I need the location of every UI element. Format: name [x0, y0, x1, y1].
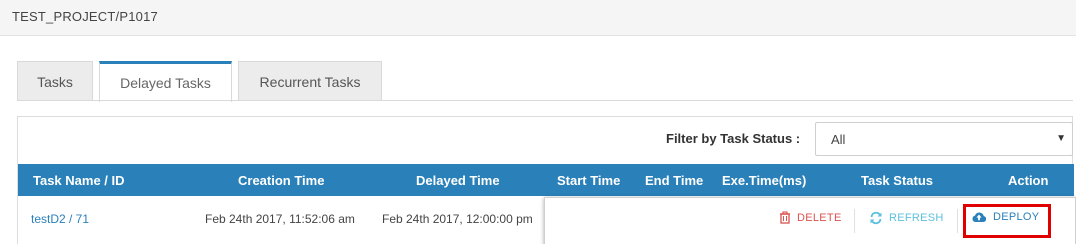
- delete-label: DELETE: [797, 211, 842, 224]
- column-header-creation-time[interactable]: Creation Time: [238, 173, 324, 188]
- filter-label: Filter by Task Status :: [666, 131, 801, 146]
- task-name-link[interactable]: testD2 / 71: [31, 212, 89, 226]
- column-header-action: Action: [1008, 173, 1049, 188]
- tab-tasks[interactable]: Tasks: [17, 61, 93, 101]
- row-action-panel: DELETE REFRESH DEPLOY: [544, 197, 1076, 244]
- refresh-button[interactable]: REFRESH: [869, 211, 944, 225]
- tab-divider: [17, 100, 1073, 101]
- column-header-start-time[interactable]: Start Time: [557, 173, 620, 188]
- dropdown-caret-icon: ▼: [1056, 133, 1066, 144]
- column-header-exe-time[interactable]: Exe.Time(ms): [722, 173, 806, 188]
- tasks-panel: Filter by Task Status : All ▼ Task Name …: [17, 116, 1076, 244]
- delayed-time-cell: Feb 24th 2017, 12:00:00 pm: [382, 212, 533, 226]
- table-header: Task Name / ID Creation Time Delayed Tim…: [18, 164, 1074, 196]
- action-separator: [854, 209, 855, 233]
- tab-delayed-tasks[interactable]: Delayed Tasks: [99, 61, 232, 102]
- tab-recurrent-tasks[interactable]: Recurrent Tasks: [238, 61, 382, 101]
- task-status-filter-select[interactable]: All ▼: [815, 122, 1073, 156]
- refresh-icon: [870, 211, 882, 225]
- deploy-highlight-box: [963, 204, 1051, 238]
- filter-selected-value: All: [831, 132, 846, 147]
- top-bar: TEST_PROJECT/P1017: [0, 0, 1076, 36]
- column-header-delayed-time[interactable]: Delayed Time: [416, 173, 500, 188]
- column-header-task-status[interactable]: Task Status: [861, 173, 933, 188]
- creation-time-cell: Feb 24th 2017, 11:52:06 am: [205, 212, 355, 226]
- trash-icon: [780, 211, 790, 224]
- column-header-task-name[interactable]: Task Name / ID: [33, 173, 125, 188]
- breadcrumb[interactable]: TEST_PROJECT/P1017: [12, 9, 158, 24]
- refresh-label: REFRESH: [889, 212, 944, 224]
- column-header-end-time[interactable]: End Time: [645, 173, 703, 188]
- delete-button[interactable]: DELETE: [779, 211, 842, 224]
- action-separator: [957, 209, 958, 233]
